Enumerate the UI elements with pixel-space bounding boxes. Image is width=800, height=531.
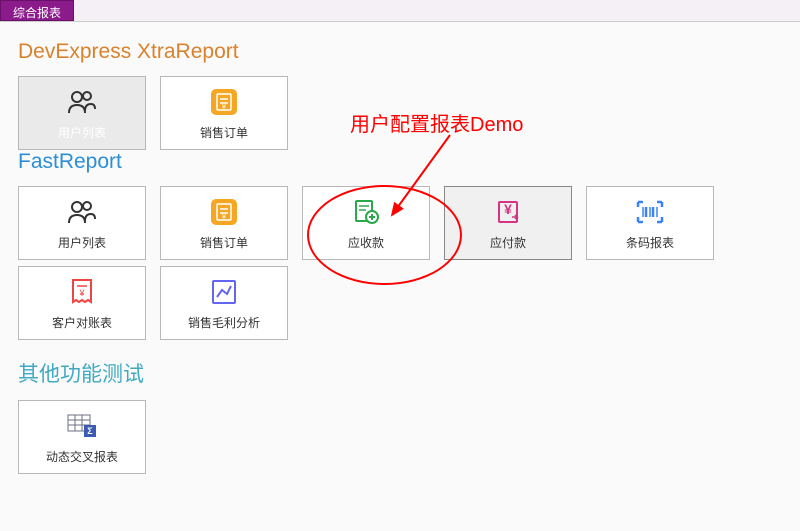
tile-label: 动态交叉报表 [46,448,118,465]
svg-text:¥: ¥ [78,288,85,298]
barcode-icon [634,196,666,228]
users-icon [66,86,98,118]
order-icon: ¥ [208,196,240,228]
users-icon [66,196,98,228]
tile-fr-receivable[interactable]: 应收款 [302,186,430,260]
other-row: Σ 动态交叉报表 [18,400,788,474]
svg-text:¥: ¥ [222,214,226,221]
tile-fr-payable[interactable]: ¥ 应付款 [444,186,572,260]
tile-label: 客户对账表 [52,314,112,331]
tile-other-pivot[interactable]: Σ 动态交叉报表 [18,400,146,474]
tile-de-userlist[interactable]: 用户列表 [18,76,146,150]
section-title-fastreport: FastReport [18,150,788,174]
tile-label: 销售订单 [200,234,248,251]
svg-text:¥: ¥ [504,201,512,217]
svg-text:¥: ¥ [222,104,226,111]
tile-fr-statement[interactable]: ¥ 客户对账表 [18,266,146,340]
tile-fr-salesorder[interactable]: ¥ 销售订单 [160,186,288,260]
tile-label: 条码报表 [626,234,674,251]
tile-fr-profit[interactable]: 销售毛利分析 [160,266,288,340]
tile-label: 用户列表 [58,234,106,251]
tile-fr-userlist[interactable]: 用户列表 [18,186,146,260]
tile-fr-barcode[interactable]: 条码报表 [586,186,714,260]
receipt-icon: ¥ [66,276,98,308]
section-title-devexpress: DevExpress XtraReport [18,40,788,64]
fastreport-row2: ¥ 客户对账表 销售毛利分析 [18,266,788,340]
tile-label: 应付款 [490,234,526,251]
content-area: DevExpress XtraReport 用户列表 ¥ [0,22,800,488]
tile-label: 销售订单 [200,124,248,141]
svg-text:Σ: Σ [87,426,93,436]
tab-reports[interactable]: 综合报表 [0,0,74,21]
tile-label: 用户列表 [58,124,106,141]
tile-label: 应收款 [348,234,384,251]
section-title-other: 其他功能测试 [18,358,788,388]
receivable-icon [350,196,382,228]
tile-de-salesorder[interactable]: ¥ 销售订单 [160,76,288,150]
fastreport-row1: 用户列表 ¥ 销售订单 [18,186,788,260]
devexpress-row: 用户列表 ¥ 销售订单 [18,76,788,150]
tile-label: 销售毛利分析 [188,314,260,331]
order-icon: ¥ [208,86,240,118]
tab-bar: 综合报表 [0,0,800,22]
chart-icon [208,276,240,308]
payable-icon: ¥ [492,196,524,228]
pivot-icon: Σ [66,410,98,442]
